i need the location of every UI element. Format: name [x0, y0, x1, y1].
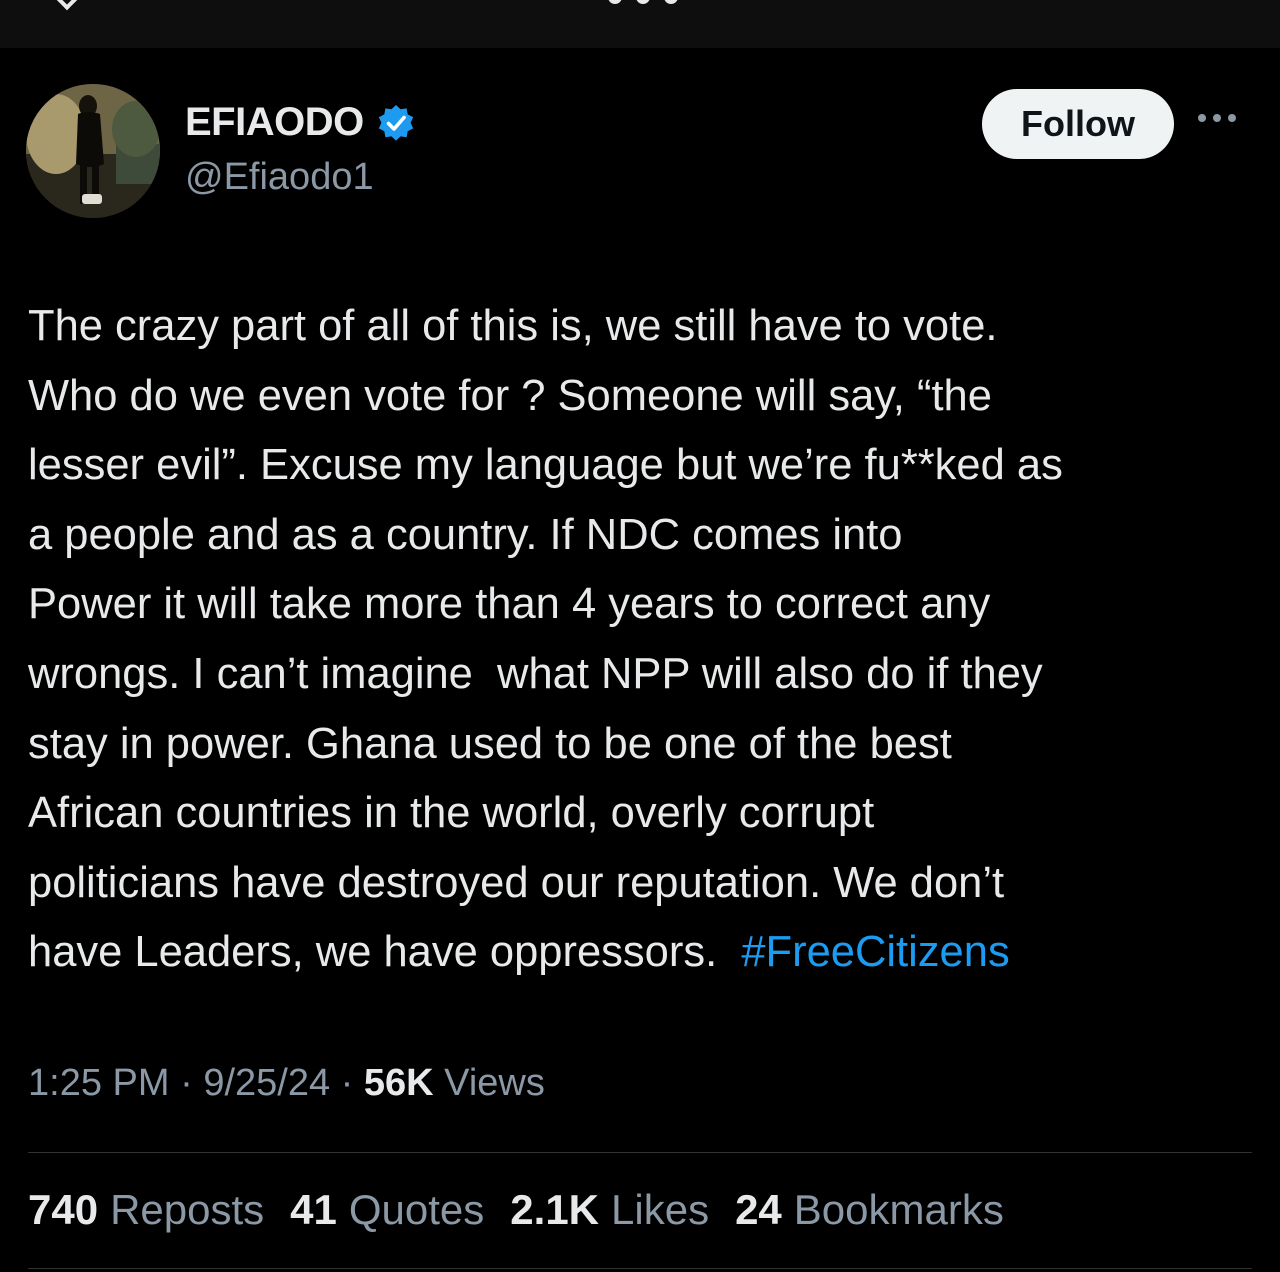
views-label[interactable]: Views [444, 1062, 545, 1104]
tweet-date[interactable]: 9/25/24 [203, 1062, 330, 1104]
divider [28, 1268, 1252, 1269]
tweet-line: African countries in the world, overly c… [28, 789, 875, 838]
avatar[interactable] [26, 84, 160, 218]
tweet-line: The crazy part of all of this is, we sti… [28, 302, 998, 350]
tweet-line: stay in power. Ghana used to be one of t… [28, 719, 952, 768]
tweet-header: EFIAODO @Efiaodo1 Follow [0, 48, 1280, 248]
meta-separator: · [330, 1062, 364, 1104]
tweet-meta: 1:25 PM · 9/25/24 · 56K Views [28, 1062, 545, 1105]
tweet-line: Power it will take more than 4 years to … [28, 580, 991, 629]
stat-label: Likes [611, 1186, 710, 1233]
display-name-row: EFIAODO [185, 100, 416, 145]
stat-label: Bookmarks [793, 1186, 1004, 1233]
stat-count: 24 [735, 1186, 782, 1233]
meta-separator: · [169, 1062, 204, 1104]
stat-count: 41 [290, 1186, 337, 1233]
top-nav-bar [0, 0, 1280, 48]
tweet-line: a people and as a country. If NDC comes … [28, 510, 903, 559]
top-more-icon[interactable] [608, 0, 678, 4]
stat-reposts[interactable]: 740 Reposts [28, 1186, 264, 1234]
avatar-photo-icon [26, 84, 160, 218]
engagement-stats: 740 Reposts 41 Quotes 2.1K Likes 24 Book… [28, 1186, 1004, 1234]
stat-bookmarks[interactable]: 24 Bookmarks [735, 1186, 1004, 1234]
more-options-icon[interactable] [1198, 114, 1236, 122]
tweet-line-last: have Leaders, we have oppressors. #FreeC… [28, 918, 1253, 988]
stat-likes[interactable]: 2.1K Likes [510, 1186, 709, 1234]
display-name[interactable]: EFIAODO [185, 100, 364, 145]
back-arrow-icon[interactable] [45, 0, 89, 11]
tweet-line: politicians have destroyed our reputatio… [28, 858, 1005, 907]
tweet-line: lesser evil”. Excuse my language but we’… [28, 441, 1063, 490]
stat-count: 740 [28, 1186, 99, 1233]
views-count[interactable]: 56K [364, 1062, 434, 1104]
verified-badge-icon [378, 104, 413, 141]
stat-count: 2.1K [510, 1186, 600, 1233]
tweet-time[interactable]: 1:25 PM [28, 1062, 170, 1104]
tweet-line-text: have Leaders, we have oppressors. [28, 928, 742, 977]
tweet-line: Who do we even vote for ? Someone will s… [28, 371, 992, 420]
tweet-line: wrongs. I can’t imagine what NPP will al… [28, 649, 1043, 698]
divider [28, 1152, 1252, 1153]
stat-label: Quotes [348, 1186, 485, 1233]
follow-button[interactable]: Follow [982, 89, 1174, 159]
tweet-text: The crazy part of all of this is, we sti… [28, 292, 1253, 988]
stat-label: Reposts [110, 1186, 265, 1233]
hashtag-link[interactable]: #FreeCitizens [741, 928, 1009, 976]
stat-quotes[interactable]: 41 Quotes [290, 1186, 484, 1234]
handle[interactable]: @Efiaodo1 [185, 156, 374, 199]
